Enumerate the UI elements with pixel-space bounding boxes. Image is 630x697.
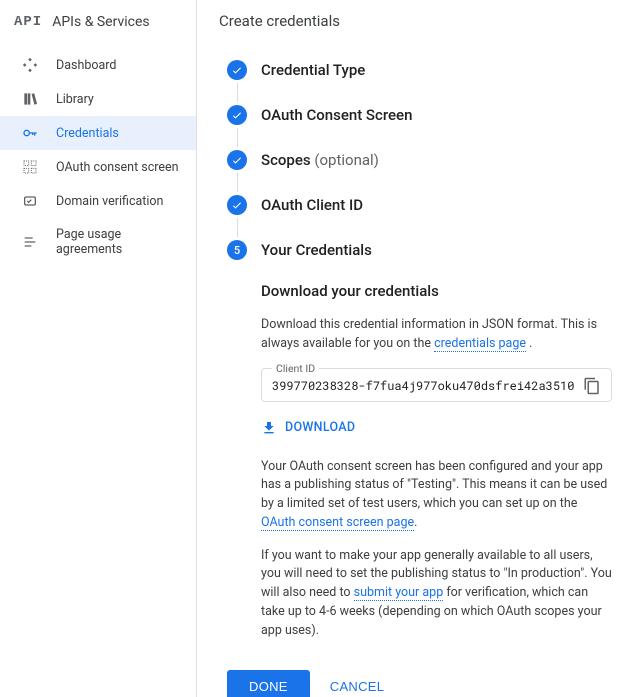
- step-connector: [237, 128, 238, 147]
- cancel-button[interactable]: CANCEL: [330, 679, 385, 694]
- check-icon: [227, 150, 247, 170]
- check-icon: [227, 60, 247, 80]
- api-logo: API: [14, 14, 42, 30]
- step-scopes[interactable]: Scopes (optional): [227, 150, 612, 170]
- download-button[interactable]: DOWNLOAD: [261, 420, 355, 436]
- sidebar-item-label: Library: [56, 92, 94, 107]
- library-icon: [22, 91, 38, 107]
- submit-app-link[interactable]: submit your app: [354, 585, 444, 601]
- sidebar-item-label: Credentials: [56, 126, 119, 141]
- step-title: OAuth Client ID: [261, 196, 363, 214]
- oauth-consent-page-link[interactable]: OAuth consent screen page: [261, 515, 414, 531]
- download-heading: Download your credentials: [261, 282, 612, 300]
- production-info-text: If you want to make your app generally a…: [261, 547, 612, 641]
- page-title: Create credentials: [219, 12, 612, 30]
- key-icon: [22, 125, 38, 141]
- sidebar-item-label: Domain verification: [56, 194, 163, 209]
- step-title: OAuth Consent Screen: [261, 106, 412, 124]
- sidebar-item-credentials[interactable]: Credentials: [0, 116, 196, 150]
- dashboard-icon: [22, 57, 38, 73]
- step-title: Your Credentials: [261, 241, 372, 259]
- check-icon: [227, 195, 247, 215]
- step-oauth-consent[interactable]: OAuth Consent Screen: [227, 105, 612, 125]
- download-intro: Download this credential information in …: [261, 316, 612, 354]
- copy-icon[interactable]: [583, 377, 601, 395]
- step-title: Scopes (optional): [261, 151, 379, 169]
- sidebar-item-oauth-consent[interactable]: OAuth consent screen: [0, 150, 196, 184]
- sidebar: API APIs & Services Dashboard Library Cr…: [0, 0, 197, 697]
- testing-status-text: Your OAuth consent screen has been confi…: [261, 458, 612, 533]
- client-id-label: Client ID: [272, 362, 319, 375]
- brand: API APIs & Services: [0, 8, 196, 48]
- step-oauth-client-id[interactable]: OAuth Client ID: [227, 195, 612, 215]
- sidebar-item-domain-verification[interactable]: Domain verification: [0, 184, 196, 218]
- sidebar-item-page-usage[interactable]: Page usage agreements: [0, 218, 196, 266]
- action-buttons: DONE CANCEL: [227, 670, 612, 697]
- sidebar-item-label: OAuth consent screen: [56, 160, 179, 175]
- client-id-field: Client ID 399770238328-f7fua4j977oku470d…: [261, 368, 612, 402]
- client-id-value: 399770238328-f7fua4j977oku470dsfrei42a35…: [272, 378, 575, 394]
- step-credential-type[interactable]: Credential Type: [227, 60, 612, 80]
- sidebar-item-dashboard[interactable]: Dashboard: [0, 48, 196, 82]
- main-content: Create credentials Credential Type OAuth…: [197, 0, 630, 697]
- agreements-icon: [22, 234, 38, 250]
- sidebar-item-library[interactable]: Library: [0, 82, 196, 116]
- sidebar-item-label: Dashboard: [56, 58, 116, 73]
- sidebar-item-label: Page usage agreements: [56, 227, 182, 257]
- step-connector: [237, 218, 238, 237]
- step-number-icon: 5: [227, 240, 247, 260]
- step-your-credentials[interactable]: 5 Your Credentials: [227, 240, 612, 260]
- verified-icon: [22, 193, 38, 209]
- step-connector: [237, 173, 238, 192]
- credentials-page-link[interactable]: credentials page: [434, 336, 526, 352]
- step-title: Credential Type: [261, 61, 365, 79]
- brand-title: APIs & Services: [52, 14, 149, 30]
- credentials-section: Download your credentials Download this …: [261, 282, 612, 640]
- check-icon: [227, 105, 247, 125]
- step-connector: [237, 83, 238, 102]
- download-icon: [261, 420, 277, 436]
- done-button[interactable]: DONE: [227, 670, 310, 697]
- consent-icon: [22, 159, 38, 175]
